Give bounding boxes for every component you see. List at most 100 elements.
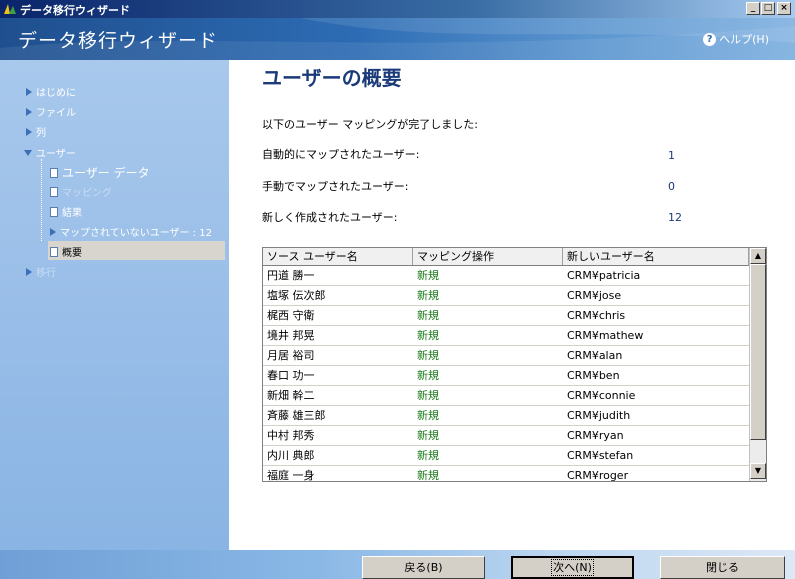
close-button[interactable]: 閉じる [660, 556, 785, 579]
cell-new-user: CRM¥patricia [567, 269, 641, 282]
cell-mapping-action: 新規 [417, 389, 439, 402]
next-button-label: 次へ(N) [551, 559, 594, 576]
table-row[interactable]: 塩塚 伝次郎 新規 CRM¥jose [263, 286, 749, 306]
stat-label-auto: 自動的にマップされたユーザー: [262, 148, 420, 161]
maximize-button[interactable]: □ [761, 2, 775, 15]
column-header-source-user[interactable]: ソース ユーザー名 [263, 248, 413, 265]
step-label: マッピング [62, 188, 112, 199]
table-body: 円道 勝一 新規 CRM¥patricia 塩塚 伝次郎 新規 CRM¥jose 梶西 守衛… [263, 266, 749, 482]
user-mapping-table[interactable]: ソース ユーザー名 マッピング操作 新しいユーザー名 円道 勝一 新規 CRM¥pa… [262, 247, 767, 482]
step-label: はじめに [36, 88, 76, 99]
table-row[interactable]: 新畑 幹二 新規 CRM¥connie [263, 386, 749, 406]
stat-label-new: 新しく作成されたユーザー: [262, 211, 398, 224]
table-row[interactable]: 境井 邦晃 新規 CRM¥mathew [263, 326, 749, 346]
cell-mapping-action: 新規 [417, 349, 439, 362]
step-results[interactable]: 結果 [50, 204, 82, 219]
table-row[interactable]: 内川 典郎 新規 CRM¥stefan [263, 446, 749, 466]
step-introduction[interactable]: はじめに [26, 84, 76, 99]
table-row[interactable]: 福庭 一身 新規 CRM¥roger [263, 466, 749, 482]
table-row[interactable]: 春口 功一 新規 CRM¥ben [263, 366, 749, 386]
cell-source-user: 内川 典郎 [267, 449, 315, 462]
cell-mapping-action: 新規 [417, 269, 439, 282]
cell-source-user: 福庭 一身 [267, 469, 315, 482]
step-label: ユーザー [36, 149, 76, 160]
step-summary[interactable]: 概要 [50, 244, 82, 259]
cell-mapping-action: 新規 [417, 329, 439, 342]
expand-arrow-icon [26, 267, 32, 276]
step-unmapped-users[interactable]: マップされていないユーザー : 12 [50, 224, 212, 239]
stat-label-manual: 手動でマップされたユーザー: [262, 180, 409, 193]
vertical-scrollbar[interactable]: ▲ ▼ [749, 248, 766, 481]
cell-new-user: CRM¥roger [567, 469, 629, 482]
stat-value-manual: 0 [668, 180, 675, 193]
minimize-button[interactable]: _ [746, 2, 760, 15]
page-icon [50, 186, 58, 197]
page-icon [50, 246, 58, 257]
back-button-label: 戻る(B) [404, 561, 443, 574]
step-label: 概要 [62, 248, 82, 259]
cell-source-user: 境井 邦晃 [267, 329, 315, 342]
scroll-thumb[interactable] [750, 264, 766, 440]
table-row[interactable]: 斉藤 雄三郎 新規 CRM¥judith [263, 406, 749, 426]
step-file[interactable]: ファイル [26, 104, 76, 119]
cell-new-user: CRM¥connie [567, 389, 636, 402]
help-label: ヘルプ(H) [719, 33, 769, 46]
cell-new-user: CRM¥mathew [567, 329, 644, 342]
cell-source-user: 円道 勝一 [267, 269, 315, 282]
table-row[interactable]: 梶西 守衛 新規 CRM¥chris [263, 306, 749, 326]
cell-source-user: 塩塚 伝次郎 [267, 289, 326, 302]
window-title-bar: データ移行ウィザード _ □ × [0, 0, 795, 18]
cell-new-user: CRM¥chris [567, 309, 626, 322]
tree-connector [41, 159, 42, 241]
cell-mapping-action: 新規 [417, 469, 439, 482]
page-title: ユーザーの概要 [262, 66, 402, 90]
column-header-new-user[interactable]: 新しいユーザー名 [563, 248, 749, 265]
table-header: ソース ユーザー名 マッピング操作 新しいユーザー名 [263, 248, 749, 266]
app-icon [4, 4, 16, 14]
collapse-arrow-icon [24, 149, 32, 156]
cell-new-user: CRM¥ben [567, 369, 620, 382]
cell-source-user: 月居 裕司 [267, 349, 315, 362]
expand-arrow-icon [26, 127, 32, 136]
step-label: ファイル [36, 108, 76, 119]
help-icon: ? [703, 32, 717, 46]
cell-mapping-action: 新規 [417, 289, 439, 302]
scroll-down-button[interactable]: ▼ [750, 463, 766, 479]
column-header-mapping-action[interactable]: マッピング操作 [413, 248, 563, 265]
cell-new-user: CRM¥ryan [567, 429, 624, 442]
table-row[interactable]: 中村 邦秀 新規 CRM¥ryan [263, 426, 749, 446]
stat-value-auto: 1 [668, 149, 675, 162]
close-window-button[interactable]: × [777, 2, 791, 15]
step-mapping[interactable]: マッピング [50, 184, 112, 199]
cell-source-user: 梶西 守衛 [267, 309, 315, 322]
wizard-header: データ移行ウィザード ? ヘルプ(H) [0, 18, 795, 60]
step-label: 移行 [36, 268, 56, 279]
cell-source-user: 中村 邦秀 [267, 429, 315, 442]
step-users[interactable]: ユーザー [24, 145, 76, 160]
scroll-up-button[interactable]: ▲ [750, 248, 766, 264]
intro-text: 以下のユーザー マッピングが完了しました: [262, 118, 478, 131]
cell-source-user: 斉藤 雄三郎 [267, 409, 326, 422]
step-label: 列 [36, 128, 46, 139]
cell-new-user: CRM¥stefan [567, 449, 634, 462]
expand-arrow-icon [50, 227, 56, 236]
step-label: ユーザー データ [62, 166, 150, 180]
cell-new-user: CRM¥alan [567, 349, 623, 362]
next-button[interactable]: 次へ(N) [511, 556, 634, 579]
back-button[interactable]: 戻る(B) [362, 556, 485, 579]
wizard-title: データ移行ウィザード [18, 30, 219, 52]
step-migration[interactable]: 移行 [26, 264, 56, 279]
cell-source-user: 春口 功一 [267, 369, 315, 382]
cell-source-user: 新畑 幹二 [267, 389, 315, 402]
window-title: データ移行ウィザード [20, 4, 130, 17]
help-link[interactable]: ? ヘルプ(H) [703, 31, 769, 47]
cell-mapping-action: 新規 [417, 449, 439, 462]
table-row[interactable]: 月居 裕司 新規 CRM¥alan [263, 346, 749, 366]
cell-mapping-action: 新規 [417, 429, 439, 442]
step-columns[interactable]: 列 [26, 124, 46, 139]
step-label: 結果 [62, 208, 82, 219]
step-user-data[interactable]: ユーザー データ [50, 164, 150, 181]
table-row[interactable]: 円道 勝一 新規 CRM¥patricia [263, 266, 749, 286]
step-label: マップされていないユーザー : 12 [60, 228, 212, 239]
page-icon [50, 167, 58, 178]
